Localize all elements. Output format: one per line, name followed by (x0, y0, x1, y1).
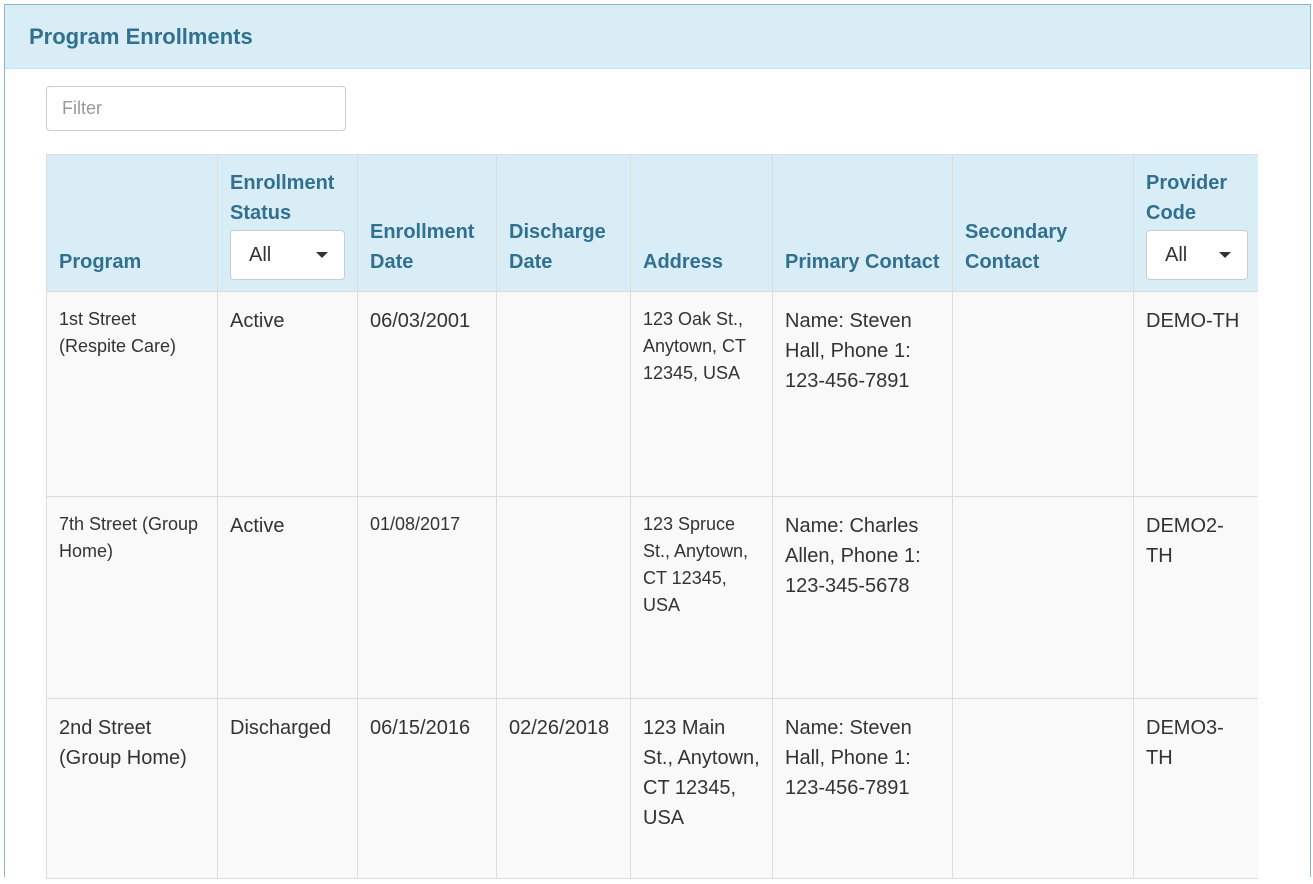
cell-provider-code: DEMO3-TH (1133, 698, 1258, 879)
table-header-row: Program Enrollment Status All Enrollment… (46, 154, 1258, 292)
header-provider-code: Provider Code All (1133, 154, 1258, 292)
enrollment-status-select-value: All (249, 244, 272, 266)
header-address[interactable]: Address (630, 154, 773, 292)
table-row[interactable]: 7th Street (Group Home) Active 01/08/201… (46, 496, 1258, 699)
cell-provider-code: DEMO2-TH (1133, 496, 1258, 699)
header-enrollment-status-label: Enrollment Status (230, 172, 335, 224)
cell-enrollment-date: 01/08/2017 (357, 496, 497, 699)
header-provider-code-label: Provider Code (1146, 172, 1228, 224)
header-secondary-contact[interactable]: Secondary Contact (952, 154, 1134, 292)
cell-secondary-contact (952, 698, 1134, 879)
enrollments-table: Program Enrollment Status All Enrollment… (46, 154, 1258, 879)
chevron-down-icon (1219, 252, 1231, 258)
panel-title: Program Enrollments (29, 23, 253, 49)
cell-program: 2nd Street (Group Home) (46, 698, 218, 879)
header-discharge-date[interactable]: Discharge Date (496, 154, 631, 292)
panel-heading: Program Enrollments (5, 5, 1310, 69)
cell-discharge-date: 02/26/2018 (496, 698, 631, 879)
cell-enrollment-date: 06/03/2001 (357, 291, 497, 497)
cell-program: 7th Street (Group Home) (46, 496, 218, 699)
cell-secondary-contact (952, 291, 1134, 497)
cell-status: Active (217, 291, 358, 497)
provider-code-select[interactable]: All (1146, 230, 1248, 280)
cell-secondary-contact (952, 496, 1134, 699)
cell-provider-code: DEMO-TH (1133, 291, 1258, 497)
header-primary-contact[interactable]: Primary Contact (772, 154, 953, 292)
cell-discharge-date (496, 496, 631, 699)
header-enrollment-date[interactable]: Enrollment Date (357, 154, 497, 292)
chevron-down-icon (316, 252, 328, 258)
enrollments-table-container: Program Enrollment Status All Enrollment… (46, 154, 1258, 884)
cell-status: Discharged (217, 698, 358, 879)
cell-status: Active (217, 496, 358, 699)
cell-address: 123 Oak St., Anytown, CT 12345, USA (630, 291, 773, 497)
table-row[interactable]: 2nd Street (Group Home) Discharged 06/15… (46, 698, 1258, 879)
cell-address: 123 Spruce St., Anytown, CT 12345, USA (630, 496, 773, 699)
header-enrollment-status: Enrollment Status All (217, 154, 358, 292)
enrollment-status-select[interactable]: All (230, 230, 345, 280)
cell-primary-contact: Name: Steven Hall, Phone 1: 123-456-7891 (772, 698, 953, 879)
table-row[interactable]: 1st Street (Respite Care) Active 06/03/2… (46, 291, 1258, 497)
provider-code-select-value: All (1165, 244, 1188, 266)
cell-address: 123 Main St., Anytown, CT 12345, USA (630, 698, 773, 879)
cell-enrollment-date: 06/15/2016 (357, 698, 497, 879)
filter-input[interactable] (46, 86, 346, 131)
cell-discharge-date (496, 291, 631, 497)
header-program[interactable]: Program (46, 154, 218, 292)
cell-program: 1st Street (Respite Care) (46, 291, 218, 497)
cell-primary-contact: Name: Steven Hall, Phone 1: 123-456-7891 (772, 291, 953, 497)
cell-primary-contact: Name: Charles Allen, Phone 1: 123-345-56… (772, 496, 953, 699)
